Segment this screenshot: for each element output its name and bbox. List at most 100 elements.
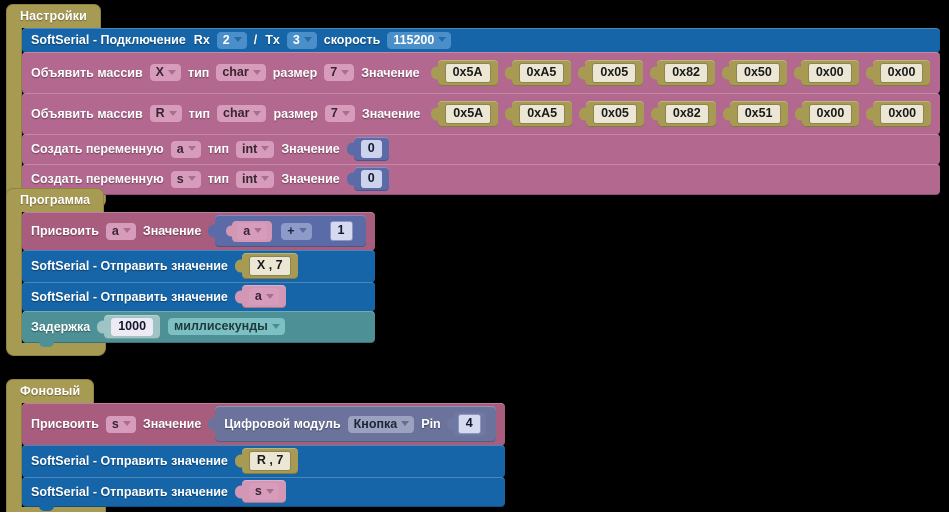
number-field[interactable]: 0 — [360, 140, 382, 158]
digital-module-block[interactable]: Цифровой модуль Кнопка Pin 4 — [215, 406, 496, 442]
block-softserial-send-variable-a[interactable]: SoftSerial - Отправить значение a — [22, 282, 375, 316]
section-label-program[interactable]: Программа — [6, 188, 105, 212]
chevron-down-icon — [254, 228, 263, 233]
array-item-field[interactable]: 0x50 — [736, 62, 780, 83]
array-item-value[interactable]: 0x82 — [657, 59, 716, 86]
variable-name-dropdown[interactable]: s — [170, 170, 201, 188]
array-item-value[interactable]: 0x00 — [873, 100, 932, 127]
section-body-settings: SoftSerial - Подключение Rx 2 / Tx 3 ско… — [6, 28, 941, 199]
array-item-value[interactable]: 0x51 — [729, 100, 788, 127]
array-size-dropdown[interactable]: 7 — [324, 105, 355, 122]
array-item-field[interactable]: 0x00 — [807, 62, 852, 83]
assign-target-dropdown[interactable]: s — [105, 415, 136, 433]
number-field[interactable]: 1 — [329, 221, 353, 241]
blockly-workspace[interactable]: Настройки SoftSerial - Подключение Rx 2 … — [0, 0, 949, 512]
block-softserial-send-array-x[interactable]: SoftSerial - Отправить значение X , 7 — [22, 250, 375, 287]
array-size-value: 7 — [330, 65, 338, 79]
value-label: Значение — [361, 65, 420, 80]
array-item-value[interactable]: 0x05 — [585, 59, 644, 86]
section-settings[interactable]: Настройки SoftSerial - Подключение Rx 2 … — [6, 4, 941, 208]
rx-label: Rx — [193, 33, 210, 47]
array-size-dropdown[interactable]: 7 — [324, 64, 355, 81]
array-item-field[interactable]: 0x00 — [879, 62, 924, 83]
array-name-dropdown[interactable]: R — [149, 105, 182, 122]
array-item-field[interactable]: 0xA5 — [519, 103, 566, 124]
array-reference-field[interactable]: R , 7 — [248, 451, 292, 471]
pin-number-value-block[interactable]: 4 — [452, 412, 486, 436]
baud-rate-dropdown[interactable]: 115200 — [387, 31, 452, 49]
module-kind-dropdown[interactable]: Кнопка — [347, 415, 415, 433]
pin-number-field[interactable]: 4 — [457, 414, 481, 434]
array-item-value[interactable]: 0x5A — [437, 59, 498, 86]
variable-dropdown[interactable]: s — [248, 483, 279, 500]
chevron-down-icon — [187, 176, 196, 181]
delay-amount-field[interactable]: 1000 — [111, 317, 154, 336]
array-item-value[interactable]: 0x00 — [872, 59, 931, 86]
array-item-field[interactable]: 0xA5 — [518, 62, 565, 83]
chevron-down-icon — [271, 323, 280, 329]
array-item-value[interactable]: 0x00 — [801, 100, 860, 127]
block-assign-s[interactable]: Присвоить s Значение Цифровой модуль Кно… — [22, 403, 505, 450]
array-item-field[interactable]: 0x51 — [736, 103, 781, 124]
array-type-dropdown[interactable]: char — [217, 105, 267, 122]
array-reference-field[interactable]: X , 7 — [248, 256, 291, 276]
math-arithmetic-block[interactable]: a + 1 — [215, 215, 366, 247]
number-value-block[interactable]: 1 — [324, 219, 358, 243]
variable-type-dropdown[interactable]: int — [236, 170, 275, 188]
variable-value-block[interactable]: a — [232, 220, 273, 242]
block-declare-array-r[interactable]: Объявить массив R тип char размер 7 Знач… — [22, 93, 941, 139]
chevron-down-icon — [438, 37, 447, 42]
section-background[interactable]: Фоновый Присвоить s Значение Цифровой мо… — [6, 379, 505, 512]
type-label: тип — [188, 106, 211, 121]
number-field[interactable]: 0 — [360, 170, 382, 188]
variable-value-block[interactable]: a — [241, 285, 286, 308]
variable-value: s — [254, 484, 262, 498]
chevron-down-icon — [303, 37, 312, 42]
operator-dropdown[interactable]: + — [281, 222, 312, 240]
rx-pin-dropdown[interactable]: 2 — [216, 31, 247, 49]
array-item-field[interactable]: 0x82 — [664, 62, 709, 83]
operand-left-value: a — [243, 223, 251, 238]
array-name-dropdown[interactable]: X — [149, 64, 181, 81]
block-delay[interactable]: Задержка 1000 миллисекунды — [22, 311, 375, 347]
array-item-value[interactable]: 0x50 — [729, 59, 787, 86]
block-declare-variable-a[interactable]: Создать переменную a тип int Значение 0 — [22, 134, 941, 169]
array-item-value[interactable]: 0x00 — [800, 59, 859, 86]
array-item-value[interactable]: 0x05 — [586, 100, 644, 127]
array-item-field[interactable]: 0x5A — [445, 103, 492, 124]
section-program[interactable]: Программа Присвоить a Значение a + 1 Sof… — [6, 188, 375, 356]
variable-dropdown[interactable]: a — [248, 288, 279, 305]
section-label-background[interactable]: Фоновый — [6, 379, 95, 403]
array-reference-value[interactable]: X , 7 — [241, 253, 298, 279]
block-softserial-send-array-r[interactable]: SoftSerial - Отправить значение R , 7 — [22, 445, 505, 482]
variable-type-dropdown[interactable]: int — [236, 140, 275, 158]
array-type-dropdown[interactable]: char — [216, 64, 266, 81]
array-item-value[interactable]: 0x5A — [438, 100, 499, 127]
delay-unit-dropdown[interactable]: миллисекунды — [168, 318, 285, 335]
variable-type-value: int — [242, 171, 258, 186]
section-body-background: Присвоить s Значение Цифровой модуль Кно… — [6, 403, 505, 511]
block-softserial-connect[interactable]: SoftSerial - Подключение Rx 2 / Tx 3 ско… — [22, 28, 941, 57]
section-label-settings[interactable]: Настройки — [6, 4, 101, 28]
delay-amount-value[interactable]: 1000 — [104, 314, 161, 339]
array-item-value[interactable]: 0xA5 — [512, 100, 573, 127]
assign-target-dropdown[interactable]: a — [105, 222, 136, 240]
array-item-field[interactable]: 0x82 — [664, 103, 709, 124]
block-declare-array-x[interactable]: Объявить массив X тип char размер 7 Знач… — [22, 52, 941, 98]
array-item-field[interactable]: 0x00 — [880, 103, 925, 124]
array-reference-value[interactable]: R , 7 — [241, 448, 299, 474]
variable-value-block[interactable]: s — [241, 480, 286, 503]
array-item-value[interactable]: 0xA5 — [511, 59, 572, 86]
array-item-value[interactable]: 0x82 — [657, 100, 716, 127]
array-item-field[interactable]: 0x05 — [592, 62, 637, 83]
array-item-field[interactable]: 0x00 — [808, 103, 853, 124]
operand-left-dropdown[interactable]: a — [237, 222, 268, 240]
array-item-field[interactable]: 0x05 — [593, 103, 637, 124]
array-item-field[interactable]: 0x5A — [444, 62, 491, 83]
variable-name-dropdown[interactable]: a — [170, 140, 201, 158]
block-label: SoftSerial - Отправить значение — [31, 454, 228, 468]
block-softserial-send-variable-s[interactable]: SoftSerial - Отправить значение s — [22, 477, 505, 511]
tx-pin-dropdown[interactable]: 3 — [286, 31, 317, 49]
block-assign-a[interactable]: Присвоить a Значение a + 1 — [22, 212, 375, 255]
number-value-block[interactable]: 0 — [353, 137, 389, 161]
